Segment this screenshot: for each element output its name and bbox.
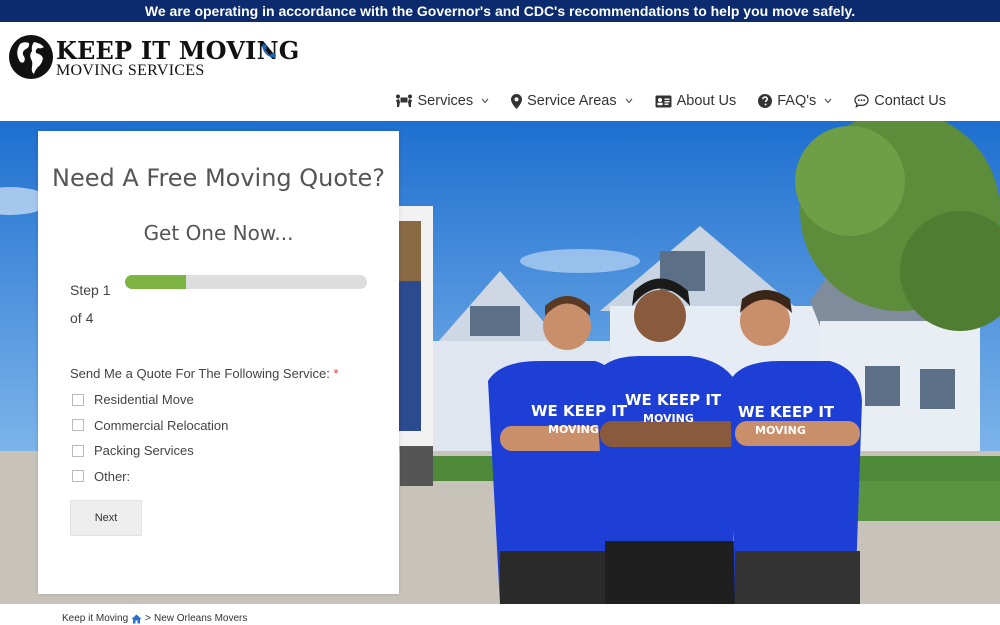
breadcrumb: Keep it Moving > New Orleans Movers [62,613,247,624]
shirt-text: WE KEEP IT [625,391,722,409]
progress-fill [125,275,186,289]
globe-icon [9,35,53,79]
breadcrumb-home[interactable]: Keep it Moving [62,613,128,624]
quote-heading: Need A Free Moving Quote? [52,164,385,192]
question-circle-icon [758,94,773,108]
service-options: Residential Move Commercial Relocation P… [72,387,228,489]
option-other[interactable]: Other: [72,464,228,490]
home-icon[interactable] [131,614,142,624]
option-label: Commercial Relocation [94,417,229,433]
shirt-text: WE KEEP IT [738,403,835,421]
checkbox[interactable] [72,419,84,432]
id-card-icon [655,95,672,107]
option-label: Residential Move [94,392,194,408]
logo-subtitle: MOVING SERVICES [56,62,205,79]
step-label: Step 1 of 4 [70,282,111,326]
nav-service-areas-label: Service Areas [527,93,617,109]
nav-about[interactable]: About Us [655,93,737,109]
comment-icon [854,94,869,108]
chevron-down-icon [481,98,489,104]
progress-bar [125,275,367,289]
option-residential[interactable]: Residential Move [72,387,228,413]
next-button[interactable]: Next [70,500,142,536]
option-commercial[interactable]: Commercial Relocation [72,413,228,439]
question-label: Send Me a Quote For The Following Servic… [70,366,339,381]
moving-truck [395,206,433,486]
chevron-down-icon [824,98,832,104]
shirt-text: MOVING [755,424,806,437]
option-packing[interactable]: Packing Services [72,438,228,464]
shirt-text: WE KEEP IT [531,402,628,420]
map-marker-icon [511,93,523,109]
nav-faqs[interactable]: FAQ's [758,93,832,109]
announcement-bar: We are operating in accordance with the … [0,0,1000,22]
nav-contact-label: Contact Us [874,93,946,109]
phone-icon[interactable] [260,42,278,60]
quote-subheading: Get One Now... [143,221,294,245]
checkbox[interactable] [72,470,84,483]
logo[interactable]: KEEP IT MOVING MOVING SERVICES [8,34,299,84]
nav-about-label: About Us [676,93,737,109]
option-label: Other: [94,468,131,484]
shirt-text: MOVING [643,412,694,425]
nav-contact[interactable]: Contact Us [854,93,946,109]
breadcrumb-separator: > [145,613,151,624]
checkbox[interactable] [72,444,84,457]
required-mark: * [333,366,339,381]
main-nav: Services Service Areas About Us FAQ's Co… [395,93,946,109]
site-header: KEEP IT MOVING MOVING SERVICES Services … [0,22,1000,121]
question-text: Send Me a Quote For The Following Servic… [70,366,330,381]
nav-services[interactable]: Services [395,93,490,109]
quote-form: Need A Free Moving Quote? Get One Now...… [38,131,399,594]
breadcrumb-current: New Orleans Movers [154,613,248,624]
chevron-down-icon [625,98,633,104]
people-carry-icon [395,94,412,107]
nav-service-areas[interactable]: Service Areas [511,93,633,109]
nav-faqs-label: FAQ's [777,93,817,109]
nav-services-label: Services [417,93,474,109]
shirt-text: MOVING [548,423,599,436]
checkbox[interactable] [72,393,84,406]
option-label: Packing Services [94,443,194,459]
